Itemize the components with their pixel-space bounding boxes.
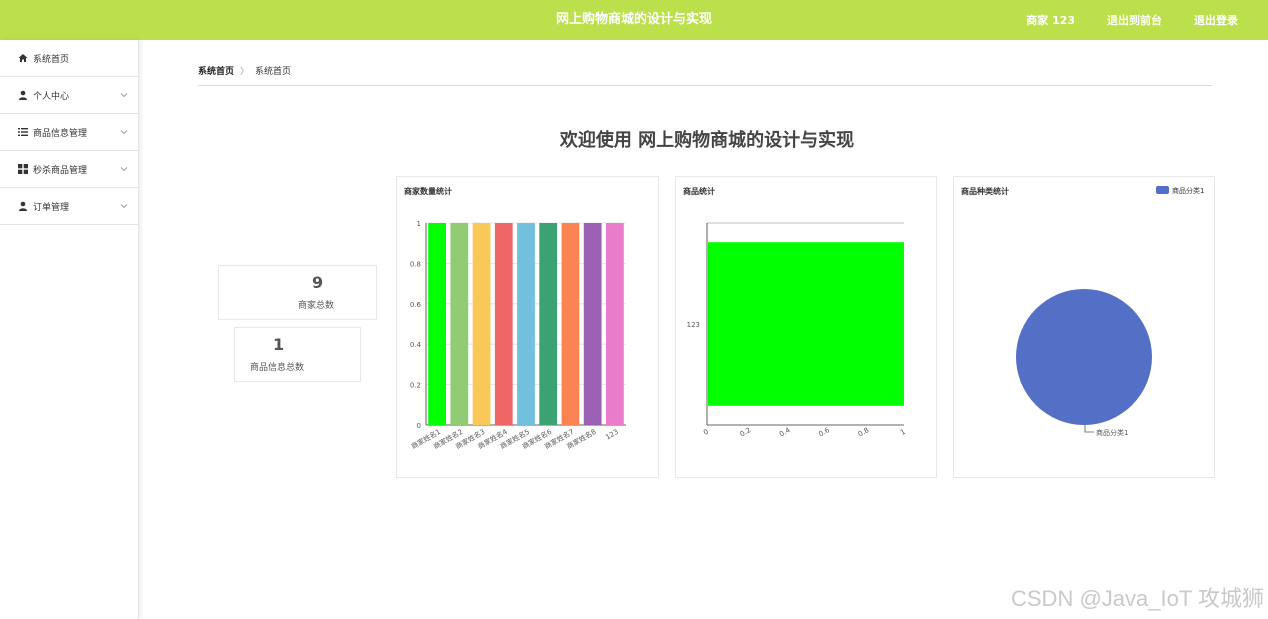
goods-stat-chart: 0 0.2 0.4 0.6 0.8 1 123 <box>687 222 907 439</box>
logout-link[interactable]: 退出登录 <box>1194 12 1238 28</box>
category-stat-panel: 商品种类统计 商品分类1 商品分类1 <box>953 176 1215 478</box>
sidebar-item-label: 订单管理 <box>33 202 70 213</box>
goods-stat-panel: 商品统计 0 0.2 0.4 0.6 0.8 1 123 <box>675 176 937 478</box>
breadcrumb-divider <box>198 85 1212 86</box>
merchant-count-panel: 商家数量统计 0 0.2 0.4 0.6 0.8 1 商家姓名1 商家姓名2 商家姓名3 商家姓名… <box>396 176 659 478</box>
y-tick-label: 0.2 <box>410 382 421 390</box>
x-tick-label: 0.2 <box>739 426 753 438</box>
sidebar-item-label: 秒杀商品管理 <box>33 165 88 176</box>
stat-value: 1 <box>273 335 285 354</box>
x-tick-label: 0 <box>702 428 710 437</box>
stat-card-goods: 1 商品信息总数 <box>234 327 361 382</box>
sidebar-item-home[interactable]: 系统首页 <box>0 40 138 77</box>
grid-icon <box>18 164 28 174</box>
welcome-heading: 欢迎使用 网上购物商城的设计与实现 <box>559 130 855 151</box>
y-tick-label: 123 <box>687 321 700 329</box>
pie-label-line <box>1084 425 1094 433</box>
y-tick-label: 0 <box>417 422 421 430</box>
sidebar-item-flash-sale[interactable]: 秒杀商品管理 <box>0 151 138 188</box>
bar <box>472 223 491 425</box>
x-tick-label: 0.6 <box>817 426 831 439</box>
x-tick-label: 123 <box>604 428 620 442</box>
pie-slice <box>1016 289 1152 425</box>
home-icon <box>18 53 28 63</box>
bar <box>428 223 446 425</box>
user-icon <box>18 201 28 211</box>
x-tick-label: 0.4 <box>778 426 792 439</box>
bar <box>539 223 558 425</box>
breadcrumb-separator: 〉 <box>240 67 250 77</box>
top-links: 商家 123 退出到前台 退出登录 <box>1026 0 1238 40</box>
watermark: CSDN @Java_IoT 攻城狮 <box>1011 586 1264 611</box>
sidebar-item-label: 系统首页 <box>33 54 70 65</box>
stat-card-merchants: 9 商家总数 <box>218 265 377 320</box>
breadcrumb-home[interactable]: 系统首页 <box>198 64 234 77</box>
y-tick-label: 0.4 <box>410 341 422 349</box>
sidebar-item-personal-center[interactable]: 个人中心 <box>0 77 138 114</box>
stat-label: 商品信息总数 <box>250 363 305 373</box>
stat-value: 9 <box>312 273 324 292</box>
user-icon <box>18 90 28 100</box>
stat-label: 商家总数 <box>298 301 335 311</box>
breadcrumb: 系统首页 〉 系统首页 <box>198 64 291 77</box>
chevron-down-icon <box>120 167 128 172</box>
x-tick-label: 0.8 <box>857 426 871 438</box>
current-user-label: 商家 123 <box>1026 14 1075 27</box>
bar <box>494 223 513 425</box>
chevron-down-icon <box>120 93 128 98</box>
pie-label: 商品分类1 <box>1096 428 1128 437</box>
bar <box>561 223 580 425</box>
sidebar-item-label: 个人中心 <box>33 91 70 102</box>
bar <box>583 223 602 425</box>
y-tick-label: 0.8 <box>410 260 421 268</box>
x-tick-label: 1 <box>899 428 907 437</box>
legend-swatch <box>1156 186 1169 194</box>
top-navbar: 网上购物商城的设计与实现 商家 123 退出到前台 退出登录 <box>0 0 1268 40</box>
bar <box>450 223 469 425</box>
back-to-front-link[interactable]: 退出到前台 <box>1107 12 1162 28</box>
y-tick-label: 1 <box>417 220 421 228</box>
breadcrumb-current: 系统首页 <box>255 67 292 77</box>
bar <box>606 223 624 425</box>
y-tick-label: 0.6 <box>410 301 422 309</box>
merchant-count-chart: 00.20.40.60.81商家姓名1商家姓名2商家姓名3商家姓名4商家姓名5商… <box>409 220 626 451</box>
legend-label: 商品分类1 <box>1172 186 1204 195</box>
bar <box>708 242 904 406</box>
category-stat-chart: 商品分类1 商品分类1 <box>1016 186 1204 437</box>
chevron-down-icon <box>120 204 128 209</box>
sidebar-item-orders[interactable]: 订单管理 <box>0 188 138 225</box>
bar <box>517 223 535 425</box>
